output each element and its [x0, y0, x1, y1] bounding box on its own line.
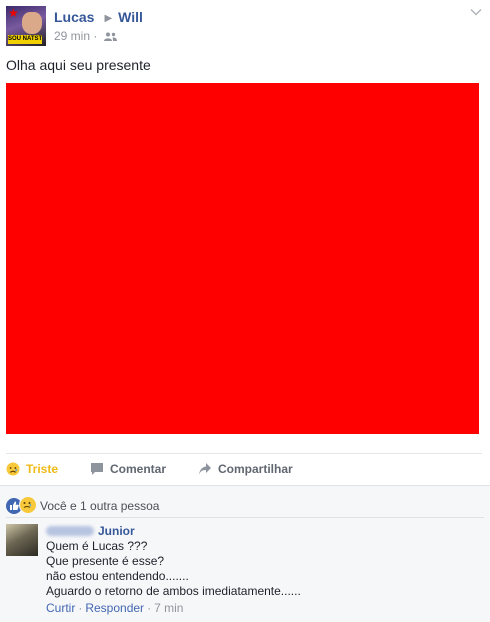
- comment: Junior Quem é Lucas ??? Que presente é e…: [46, 524, 476, 616]
- comment-time[interactable]: 7 min: [154, 601, 183, 615]
- reactions-summary[interactable]: Você e 1 outra pessoa: [6, 496, 159, 514]
- share-button[interactable]: Compartilhar: [198, 462, 293, 476]
- separator-dot: ·: [147, 601, 152, 615]
- redacted-name: [46, 526, 94, 536]
- comment-line: Aguardo o retorno de ambos imediatamente…: [46, 584, 301, 598]
- comment-reply-link[interactable]: Responder: [85, 601, 144, 615]
- comment-label: Comentar: [110, 462, 167, 476]
- post-timestamp[interactable]: 29 min: [54, 29, 90, 43]
- avatar-face: [22, 12, 42, 34]
- chevron-down-icon[interactable]: [470, 6, 482, 18]
- commenter-avatar[interactable]: [6, 524, 38, 556]
- comment-author-link[interactable]: Junior: [46, 524, 476, 539]
- comment-bubble-icon: [91, 463, 103, 475]
- meta-separator: ·: [93, 29, 98, 43]
- comment-button[interactable]: Comentar: [90, 462, 166, 476]
- share-arrow-icon: [199, 463, 211, 475]
- comment-line: Que presente é esse?: [46, 554, 165, 568]
- star-icon: ★: [8, 6, 19, 20]
- sad-face-icon: [6, 462, 20, 476]
- feedback-divider: [6, 517, 484, 518]
- comment-line: Quem é Lucas ???: [46, 539, 148, 553]
- post-image[interactable]: [6, 83, 479, 434]
- post-meta: 29 min ·: [54, 29, 117, 43]
- reaction-button[interactable]: Triste: [6, 462, 58, 476]
- comment-text: Quem é Lucas ??? Que presente é esse? nã…: [46, 539, 476, 599]
- author-name-link[interactable]: Lucas: [54, 9, 94, 25]
- comment-like-link[interactable]: Curtir: [46, 601, 75, 615]
- comment-author-name: Junior: [98, 524, 135, 538]
- author-avatar[interactable]: ★ SOU NATSTA: [6, 6, 46, 46]
- post-message: Olha aqui seu presente: [6, 57, 151, 73]
- comment-line: não estou entendendo.......: [46, 569, 189, 583]
- comment-actions: Curtir · Responder · 7 min: [46, 601, 476, 616]
- post-header: ★ SOU NATSTA Lucas ▶ Will 29 min ·: [6, 6, 484, 48]
- target-name-link[interactable]: Will: [118, 9, 143, 25]
- share-label: Compartilhar: [218, 462, 293, 476]
- separator-dot: ·: [78, 601, 83, 615]
- friends-audience-icon[interactable]: [103, 32, 117, 41]
- post-actions-bar: Triste Comentar Compartilhar: [6, 453, 482, 484]
- sad-reaction-icon: [19, 496, 37, 514]
- post-names: Lucas ▶ Will: [54, 9, 143, 25]
- reactions-text: Você e 1 outra pessoa: [40, 499, 160, 513]
- reaction-label: Triste: [26, 462, 59, 476]
- avatar-banner: SOU NATSTA: [8, 35, 42, 44]
- arrow-right-icon: ▶: [104, 13, 113, 24]
- feedback-section: Você e 1 outra pessoa Junior Quem é Luca…: [0, 485, 490, 622]
